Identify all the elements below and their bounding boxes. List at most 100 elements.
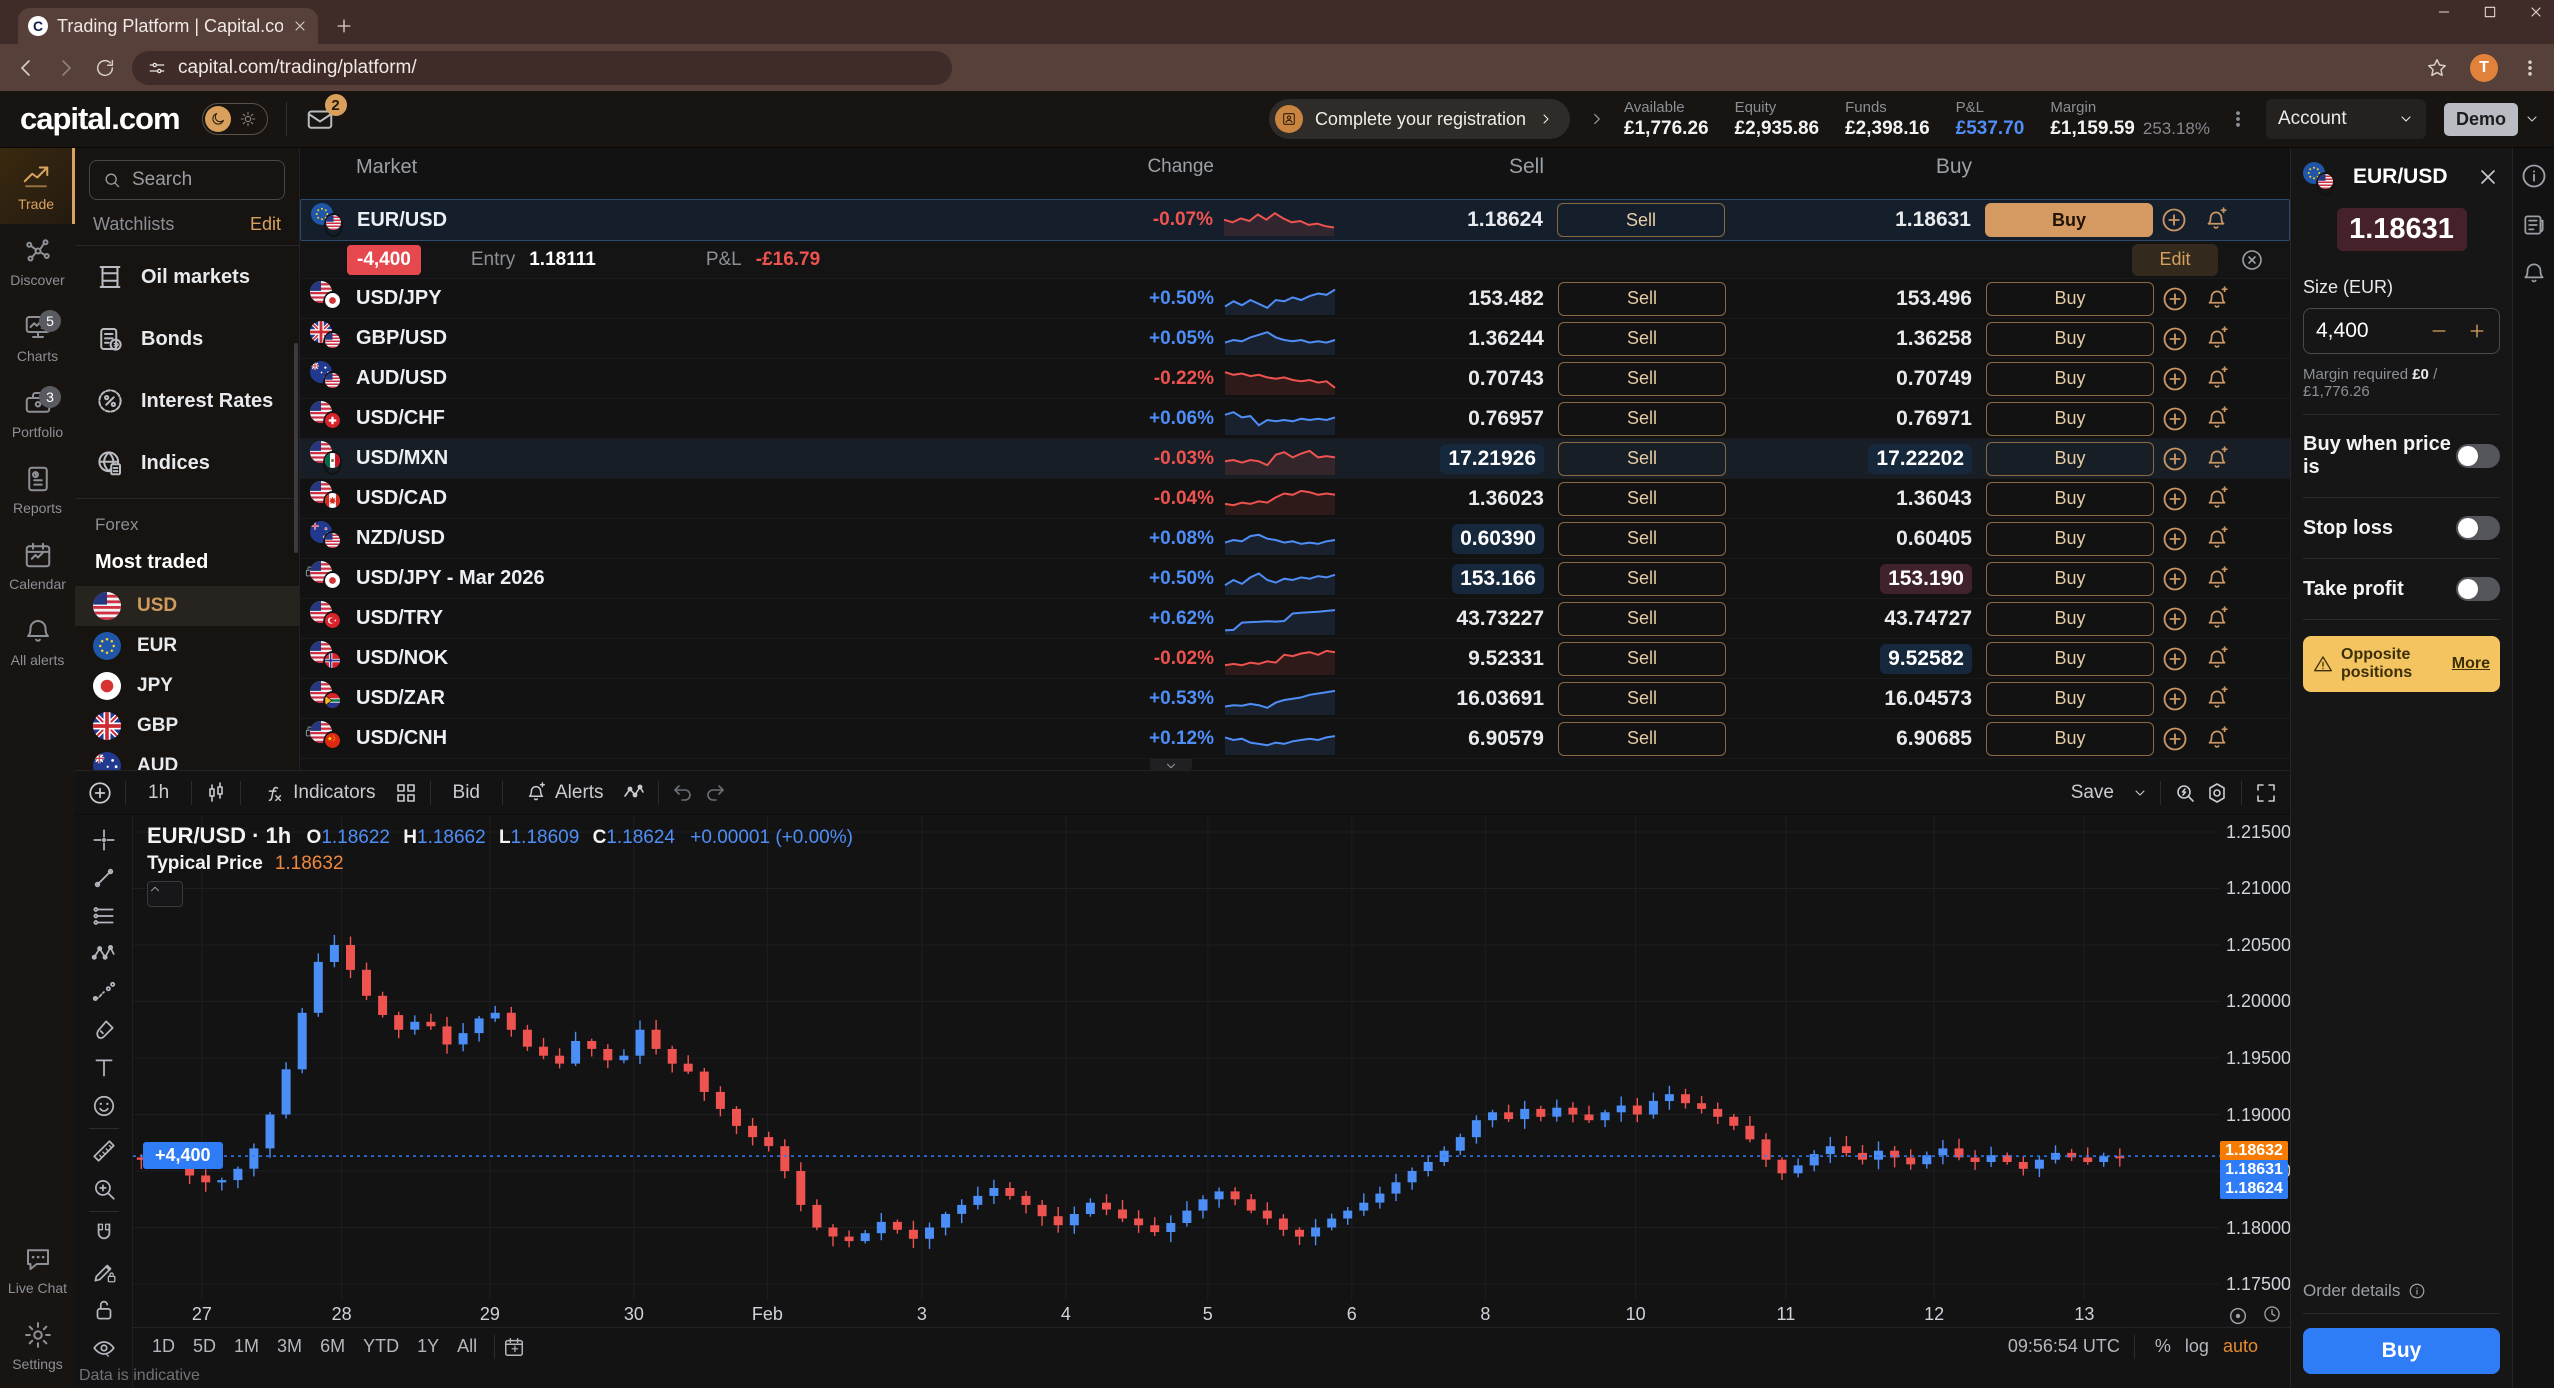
add-to-watchlist-icon[interactable]: [2161, 565, 2189, 593]
add-symbol-icon[interactable]: [87, 780, 113, 806]
buy-button[interactable]: Buy: [1986, 682, 2154, 716]
new-tab-icon[interactable]: [334, 16, 354, 36]
price-alert-icon[interactable]: [2204, 566, 2230, 592]
add-to-watchlist-icon[interactable]: [2161, 725, 2189, 753]
tab-close-icon[interactable]: [292, 18, 308, 34]
price-alert-icon[interactable]: [2204, 486, 2230, 512]
fullscreen-icon[interactable]: [2254, 781, 2278, 805]
sidebar-item-charts[interactable]: 5Charts: [0, 300, 75, 376]
toggle-switch[interactable]: [2456, 516, 2500, 540]
capital-logo[interactable]: capital.com: [20, 101, 180, 137]
buy-button[interactable]: Buy: [1986, 402, 2154, 436]
news-icon[interactable]: [2521, 212, 2547, 238]
patterns-icon[interactable]: [622, 781, 646, 805]
currency-item-eur[interactable]: EUR: [75, 626, 299, 666]
time-axis[interactable]: 27282930Feb3456810111213: [133, 1301, 2220, 1327]
size-input[interactable]: 4,400: [2303, 308, 2500, 354]
bookmark-star-icon[interactable]: [2426, 57, 2448, 79]
draw-tool-ruler[interactable]: [75, 1132, 132, 1170]
sidebar-item-calendar[interactable]: Calendar: [0, 528, 75, 604]
most-traded-item[interactable]: Most traded: [75, 539, 299, 586]
add-to-watchlist-icon[interactable]: [2161, 645, 2189, 673]
refresh-icon[interactable]: [94, 57, 116, 79]
market-row-usd-try[interactable]: USD/TRY+0.62%43.73227Sell43.74727Buy: [300, 599, 2290, 639]
demo-badge[interactable]: Demo: [2444, 103, 2518, 136]
price-alert-icon[interactable]: [2204, 646, 2230, 672]
browser-tab[interactable]: C Trading Platform | Capital.com: [18, 8, 318, 44]
alerts-button[interactable]: Alerts: [515, 777, 614, 809]
price-alert-icon[interactable]: [2204, 686, 2230, 712]
buy-submit-button[interactable]: Buy: [2303, 1328, 2500, 1374]
sell-button[interactable]: Sell: [1558, 402, 1726, 436]
url-bar[interactable]: capital.com/trading/platform/: [132, 51, 952, 85]
save-chevron-icon[interactable]: [2132, 785, 2148, 801]
range-button-ytd[interactable]: YTD: [354, 1332, 408, 1361]
collapse-stats-icon[interactable]: [1588, 110, 1606, 128]
collapse-legend-button[interactable]: [147, 881, 183, 907]
chart-plot[interactable]: EUR/USD · 1h O1.18622 H1.18662 L1.18609 …: [133, 815, 2220, 1301]
range-button-3m[interactable]: 3M: [268, 1332, 311, 1361]
market-row-usd-mxn[interactable]: USD/MXN-0.03%17.21926Sell17.22202Buy: [300, 439, 2290, 479]
range-button-all[interactable]: All: [448, 1332, 486, 1361]
theme-toggle[interactable]: [202, 103, 268, 135]
forward-icon[interactable]: [54, 56, 78, 80]
chart-settings-icon[interactable]: [2205, 781, 2229, 805]
market-info-icon[interactable]: [2520, 162, 2548, 190]
currency-item-jpy[interactable]: JPY: [75, 666, 299, 706]
price-alert-icon[interactable]: [2204, 726, 2230, 752]
currency-item-usd[interactable]: USD: [75, 586, 299, 626]
draw-tool-xabcd[interactable]: [75, 935, 132, 973]
market-row-usd-jpy[interactable]: USD/JPY+0.50%153.482Sell153.496Buy: [300, 279, 2290, 319]
light-mode-icon[interactable]: [235, 111, 261, 127]
buy-button[interactable]: Buy: [1986, 562, 2154, 596]
add-to-watchlist-icon[interactable]: [2161, 325, 2189, 353]
range-button-6m[interactable]: 6M: [311, 1332, 354, 1361]
dark-mode-icon[interactable]: [205, 106, 231, 132]
watchlist-group-bonds[interactable]: Bonds: [75, 308, 299, 370]
price-axis[interactable]: 1.215001.210001.205001.200001.195001.190…: [2220, 815, 2290, 1301]
bid-ask-button[interactable]: Bid: [443, 777, 490, 809]
scale-button-log[interactable]: log: [2179, 1332, 2215, 1361]
maximize-icon[interactable]: [2482, 4, 2498, 20]
sell-button[interactable]: Sell: [1558, 642, 1726, 676]
minimize-icon[interactable]: [2436, 4, 2452, 20]
sell-button[interactable]: Sell: [1558, 482, 1726, 516]
range-button-1y[interactable]: 1Y: [408, 1332, 448, 1361]
market-row-eur-usd[interactable]: EUR/USD-0.07%1.18624Sell1.18631Buy: [300, 199, 2290, 241]
alerts-bell-icon[interactable]: [2521, 260, 2547, 286]
chart-type-icon[interactable]: [204, 781, 228, 805]
sidebar-item-portfolio[interactable]: 3Portfolio: [0, 376, 75, 452]
inbox-button[interactable]: 2: [305, 104, 335, 134]
site-settings-icon[interactable]: [148, 59, 166, 77]
market-row-usd-nok[interactable]: USD/NOK-0.02%9.52331Sell9.52582Buy: [300, 639, 2290, 679]
draw-tool-smiley[interactable]: [75, 1087, 132, 1125]
sidebar-item-reports[interactable]: Reports: [0, 452, 75, 528]
buy-button[interactable]: Buy: [1986, 722, 2154, 756]
layout-grid-icon[interactable]: [394, 781, 418, 805]
add-to-watchlist-icon[interactable]: [2161, 525, 2189, 553]
add-to-watchlist-icon[interactable]: [2160, 206, 2188, 234]
sell-button[interactable]: Sell: [1558, 722, 1726, 756]
add-to-watchlist-icon[interactable]: [2161, 405, 2189, 433]
save-button[interactable]: Save: [2061, 777, 2124, 809]
draw-tool-text-tool[interactable]: [75, 1049, 132, 1087]
toggle-switch[interactable]: [2456, 444, 2500, 468]
range-button-5d[interactable]: 5D: [184, 1332, 225, 1361]
position-size-tag[interactable]: +4,400: [143, 1142, 223, 1169]
sidebar-item-all-alerts[interactable]: All alerts: [0, 604, 75, 680]
complete-registration-banner[interactable]: Complete your registration: [1269, 99, 1570, 139]
window-controls[interactable]: [2436, 4, 2544, 20]
price-alert-icon[interactable]: [2204, 326, 2230, 352]
undo-icon[interactable]: [671, 781, 695, 805]
market-row-gbp-usd[interactable]: GBP/USD+0.05%1.36244Sell1.36258Buy: [300, 319, 2290, 359]
sidebar-item-settings[interactable]: Settings: [0, 1308, 75, 1384]
increase-size-icon[interactable]: [2467, 321, 2487, 341]
buy-button[interactable]: Buy: [1986, 322, 2154, 356]
draw-tool-crosshair[interactable]: [75, 821, 132, 859]
buy-button[interactable]: Buy: [1986, 442, 2154, 476]
browser-avatar[interactable]: T: [2470, 54, 2498, 82]
sell-button[interactable]: Sell: [1558, 522, 1726, 556]
price-alert-icon[interactable]: [2203, 207, 2229, 233]
account-dropdown[interactable]: Account: [2266, 99, 2426, 139]
buy-button[interactable]: Buy: [1986, 482, 2154, 516]
